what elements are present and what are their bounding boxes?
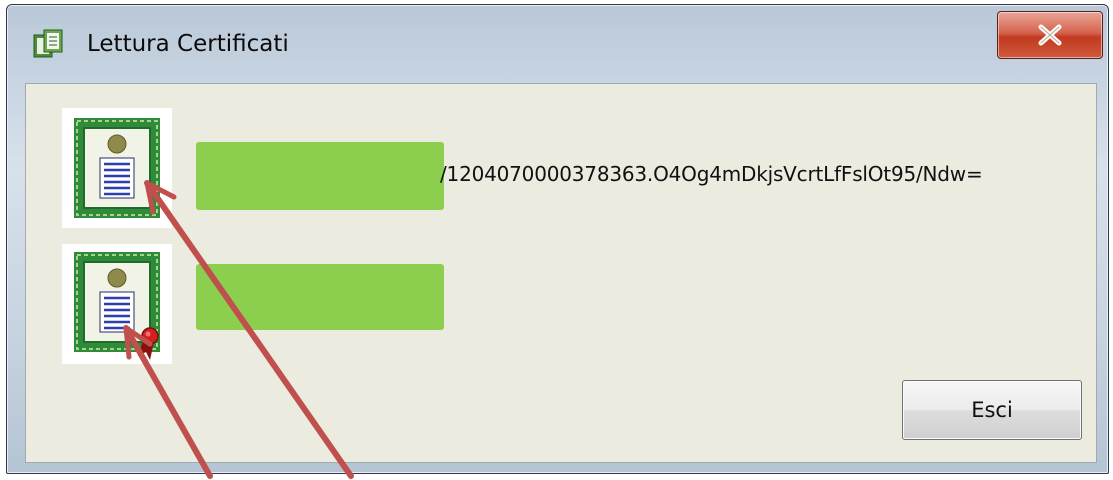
certificate-name: /1204070000378363.O4Og4mDkjsVcrtLfFslOt9… [440, 162, 983, 186]
close-icon [1038, 24, 1062, 46]
redacted-block [196, 264, 444, 330]
title-bar[interactable]: Lettura Certificati [7, 5, 1108, 77]
certificate-icon[interactable] [62, 108, 172, 228]
certificate-window-icon [32, 27, 66, 61]
certificate-with-ribbon-icon[interactable] [62, 244, 172, 364]
close-button[interactable] [997, 11, 1103, 59]
exit-button[interactable]: Esci [902, 380, 1082, 440]
redacted-block [196, 142, 444, 210]
dialog-content: /1204070000378363.O4Og4mDkjsVcrtLfFslOt9… [25, 83, 1097, 463]
window-title: Lettura Certificati [87, 31, 289, 57]
dialog-window: Lettura Certificati /1204070000378363.O4… [6, 4, 1109, 474]
